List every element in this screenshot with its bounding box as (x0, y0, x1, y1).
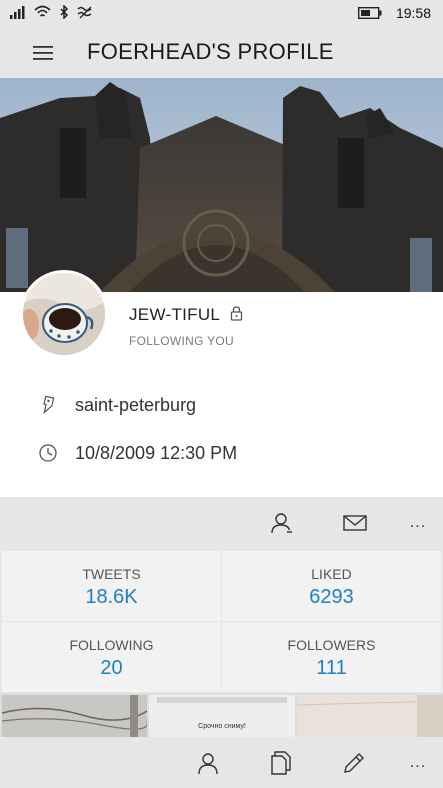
wall-photo (297, 695, 443, 737)
stat-label: FOLLOWING (69, 637, 154, 653)
data-sense-icon (77, 6, 92, 19)
page-title: FOERHEAD'S PROFILE (87, 39, 334, 64)
battery-icon (357, 7, 382, 19)
bluetooth-icon (60, 5, 69, 19)
more-options-button[interactable]: ... (404, 509, 432, 537)
message-button[interactable] (341, 509, 369, 537)
more-icon: ... (409, 514, 427, 531)
location-pin-icon (43, 395, 55, 415)
title-bar: FOERHEAD'S PROFILE (0, 28, 443, 78)
location-text: saint-peterburg (75, 395, 197, 415)
stats-grid: TWEETS 18.6K LIKED 6293 FOLLOWING 20 FOL… (0, 549, 443, 693)
location-row: saint-peterburg (0, 391, 443, 421)
follow-user-button[interactable] (268, 509, 296, 537)
status-right: 19:58 (357, 5, 431, 21)
menu-button[interactable] (32, 43, 54, 63)
stat-label: LIKED (311, 566, 352, 582)
stat-liked[interactable]: LIKED 6293 (222, 551, 441, 621)
wires-photo (2, 695, 147, 737)
lock-icon (230, 306, 243, 321)
profile-action-bar: ... (0, 497, 443, 549)
status-icons (10, 5, 93, 19)
clock-icon (39, 444, 57, 462)
notice-line (157, 697, 287, 703)
coffee-cup-photo (23, 273, 105, 355)
hamburger-icon (33, 46, 53, 60)
avatar[interactable] (20, 270, 108, 358)
app-bar: ... (0, 737, 443, 788)
more-icon: ... (409, 754, 427, 771)
edit-icon (344, 753, 364, 773)
display-name: JEW-TIFUL (129, 305, 221, 324)
joined-text: 10/8/2009 12:30 PM (75, 443, 238, 463)
joined-row: 10/8/2009 12:30 PM (0, 439, 443, 469)
stat-followers[interactable]: FOLLOWERS 111 (222, 622, 441, 692)
status-bar: 19:58 (0, 0, 443, 28)
mail-icon (343, 515, 367, 531)
wifi-icon (34, 5, 51, 17)
profile-icon (198, 753, 218, 775)
edit-button[interactable] (340, 749, 368, 777)
notice-caption: Срочно сниму! (198, 723, 246, 730)
media-thumbnail[interactable]: Срочно сниму! (149, 695, 295, 737)
stat-tweets[interactable]: TWEETS 18.6K (2, 551, 221, 621)
follow-status: FOLLOWING YOU (129, 334, 235, 348)
signal-icon (10, 6, 25, 19)
stat-value: 20 (100, 657, 123, 679)
media-thumbnail[interactable] (2, 695, 147, 737)
user-icon (271, 513, 292, 534)
stat-label: FOLLOWERS (287, 637, 376, 653)
media-thumbnail[interactable] (297, 695, 443, 737)
clock: 19:58 (395, 5, 431, 21)
stat-value: 18.6K (85, 586, 138, 608)
stat-label: TWEETS (82, 566, 141, 582)
profile-banner[interactable] (0, 78, 443, 292)
stat-value: 6293 (309, 586, 354, 608)
copy-button[interactable] (267, 749, 295, 777)
cathedral-photo (0, 78, 443, 292)
more-options-button[interactable]: ... (404, 749, 432, 777)
profile-button[interactable] (194, 749, 222, 777)
stat-value: 111 (316, 657, 347, 679)
stat-following[interactable]: FOLLOWING 20 (2, 622, 221, 692)
media-strip: Срочно сниму! (0, 693, 443, 737)
copy-icon (271, 751, 291, 775)
